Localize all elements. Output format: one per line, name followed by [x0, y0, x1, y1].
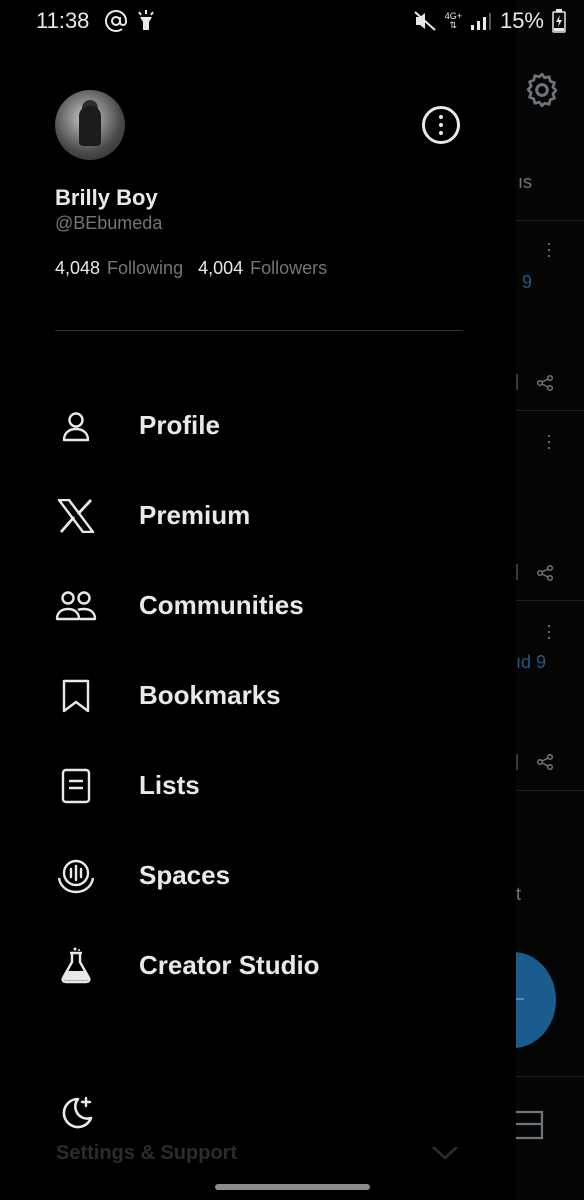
battery-percent: 15%	[499, 8, 544, 33]
profile-name[interactable]: Brilly Boy	[55, 185, 158, 211]
menu-label: Spaces	[139, 860, 231, 890]
menu-item-profile[interactable]: Profile	[0, 390, 516, 460]
list-icon	[52, 766, 100, 806]
menu-item-bookmarks[interactable]: Bookmarks	[0, 660, 516, 730]
network-indicator: 4G+ ⇅	[444, 11, 462, 30]
share-icon[interactable]	[536, 564, 554, 582]
followers-count: 4,004	[198, 258, 244, 278]
divider	[55, 330, 463, 331]
background-blue-fragment: ıd 9	[516, 652, 547, 672]
following-link[interactable]: 4,048 Following	[55, 258, 183, 279]
chevron-down-icon[interactable]	[430, 1140, 460, 1164]
menu-label: Bookmarks	[139, 680, 281, 710]
more-dots-icon: · · ·	[546, 615, 552, 647]
menu-item-spaces[interactable]: Spaces	[0, 840, 516, 910]
dark-mode-toggle-icon[interactable]	[56, 1094, 96, 1134]
settings-gear-icon[interactable]	[522, 70, 562, 110]
status-bar: 11:38 4G+ ⇅ 15%	[0, 0, 584, 44]
account-options-button[interactable]	[422, 106, 460, 144]
flashlight-icon	[138, 10, 154, 30]
menu-item-lists[interactable]: Lists	[0, 750, 516, 820]
background-blue-fragment: 9	[522, 272, 533, 292]
menu-label: Lists	[139, 770, 200, 800]
menu-label: Communities	[139, 590, 304, 620]
share-icon[interactable]	[536, 374, 554, 392]
followers-link[interactable]: 4,004 Followers	[198, 258, 327, 279]
navigation-drawer: Brilly Boy @BEbumeda 4,048 Following 4,00…	[0, 0, 516, 1200]
more-dots-icon: · · ·	[546, 425, 552, 457]
more-dots-icon: · · ·	[546, 233, 552, 265]
spaces-icon	[52, 856, 100, 896]
follow-stats: 4,048 Following 4,004 Followers	[55, 258, 327, 279]
avatar[interactable]	[55, 90, 125, 160]
at-sign-icon	[105, 10, 127, 32]
status-time: 11:38	[36, 8, 90, 33]
signal-icon	[470, 13, 491, 30]
followers-label: Followers	[250, 258, 328, 278]
menu-label: Premium	[139, 500, 251, 530]
mute-vibrate-icon	[414, 11, 436, 31]
flask-icon	[52, 946, 100, 986]
person-icon	[52, 406, 100, 446]
battery-charging-icon	[552, 9, 566, 33]
menu-item-premium[interactable]: Premium	[0, 480, 516, 550]
background-tab-fragment: ıs	[518, 172, 533, 192]
home-indicator[interactable]	[215, 1184, 370, 1190]
share-icon[interactable]	[536, 753, 554, 771]
communities-icon	[52, 586, 100, 626]
bookmark-icon	[52, 676, 100, 716]
messages-icon[interactable]	[516, 1108, 544, 1142]
menu-item-communities[interactable]: Communities	[0, 570, 516, 640]
following-label: Following	[107, 258, 184, 278]
menu-label: Creator Studio	[139, 950, 320, 980]
settings-support-toggle[interactable]: Settings & Support	[56, 1142, 237, 1165]
menu-label: Profile	[139, 410, 220, 440]
x-logo-icon	[52, 496, 100, 536]
profile-handle: @BEbumeda	[55, 213, 163, 233]
menu-item-creator-studio[interactable]: Creator Studio	[0, 930, 516, 1000]
background-text-fragment: t	[516, 884, 522, 904]
following-count: 4,048	[55, 258, 101, 278]
